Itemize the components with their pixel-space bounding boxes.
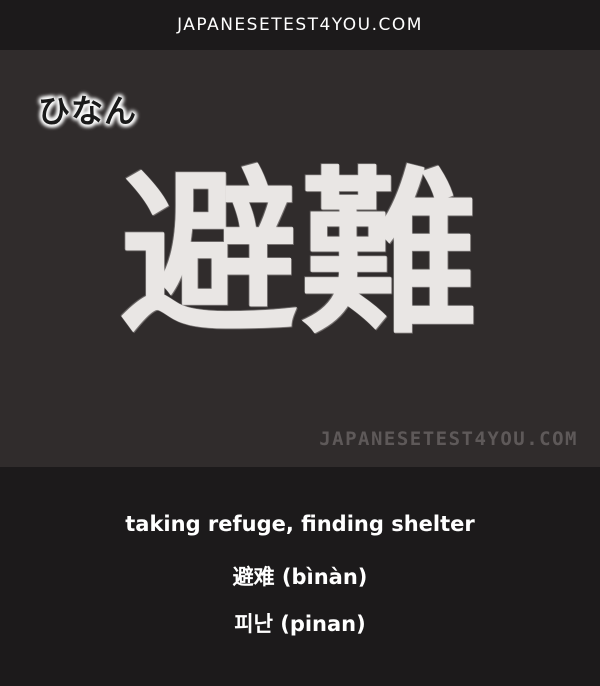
translations-panel: taking refuge, finding shelter 避难 (bìnàn… <box>0 467 600 686</box>
korean-translation: 피난 (pinan) <box>234 612 366 636</box>
hiragana-reading: ひなん <box>38 92 138 130</box>
chinese-translation: 避难 (bìnàn) <box>232 565 368 589</box>
site-name: JAPANESETEST4YOU.COM <box>177 15 423 35</box>
kanji-board: ひなん 避難 JAPANESETEST4YOU.COM <box>0 50 600 467</box>
watermark: JAPANESETEST4YOU.COM <box>319 428 578 450</box>
kanji-word: 避難 <box>120 151 480 358</box>
english-meaning: taking refuge, finding shelter <box>125 512 475 536</box>
flashcard: JAPANESETEST4YOU.COM ひなん 避難 JAPANESETEST… <box>0 0 600 686</box>
site-header: JAPANESETEST4YOU.COM <box>0 0 600 50</box>
